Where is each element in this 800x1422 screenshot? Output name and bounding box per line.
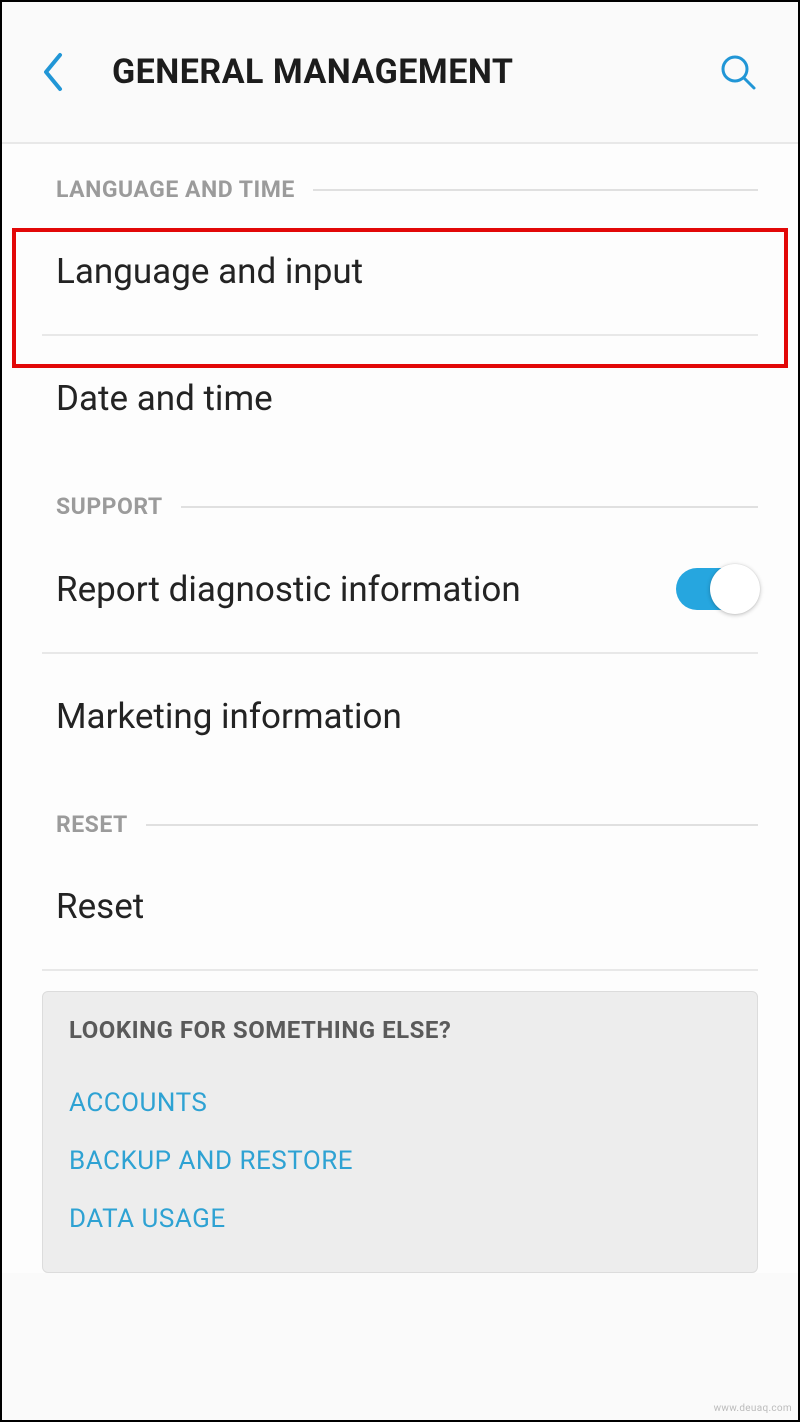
content-area: LANGUAGE AND TIME Language and input Dat… (2, 144, 798, 1273)
watermark: www.deuaq.com (714, 1403, 792, 1414)
row-label: Date and time (56, 378, 758, 419)
link-data-usage[interactable]: DATA USAGE (61, 1190, 739, 1248)
row-label: Marketing information (56, 696, 758, 737)
divider (181, 506, 758, 508)
row-label: Language and input (56, 251, 758, 292)
row-reset[interactable]: Reset (2, 844, 798, 969)
row-language-and-input[interactable]: Language and input (2, 209, 798, 334)
card-title: LOOKING FOR SOMETHING ELSE? (61, 1016, 739, 1044)
link-accounts[interactable]: ACCOUNTS (61, 1074, 739, 1132)
section-label: LANGUAGE AND TIME (56, 176, 295, 203)
row-marketing-information[interactable]: Marketing information (2, 654, 798, 779)
row-label: Reset (56, 886, 758, 927)
link-backup-and-restore[interactable]: BACKUP AND RESTORE (61, 1132, 739, 1190)
page-title: GENERAL MANAGEMENT (92, 52, 708, 92)
back-button[interactable] (42, 42, 92, 102)
section-header-support: SUPPORT (2, 461, 798, 526)
search-button[interactable] (708, 42, 768, 102)
looking-for-card: LOOKING FOR SOMETHING ELSE? ACCOUNTS BAC… (42, 991, 758, 1273)
toggle-report-diagnostic[interactable] (676, 568, 758, 610)
chevron-left-icon (42, 52, 64, 92)
section-header-reset: RESET (2, 779, 798, 844)
section-label: RESET (56, 811, 128, 838)
divider (313, 189, 758, 191)
divider (42, 969, 758, 971)
divider (146, 824, 758, 826)
row-date-and-time[interactable]: Date and time (2, 336, 798, 461)
settings-screen: GENERAL MANAGEMENT LANGUAGE AND TIME Lan… (0, 0, 800, 1422)
section-header-language-time: LANGUAGE AND TIME (2, 144, 798, 209)
toggle-knob (710, 564, 760, 614)
row-label: Report diagnostic information (56, 569, 676, 610)
search-icon (718, 52, 758, 92)
row-report-diagnostic[interactable]: Report diagnostic information (2, 526, 798, 652)
app-bar: GENERAL MANAGEMENT (2, 2, 798, 142)
section-label: SUPPORT (56, 493, 163, 520)
